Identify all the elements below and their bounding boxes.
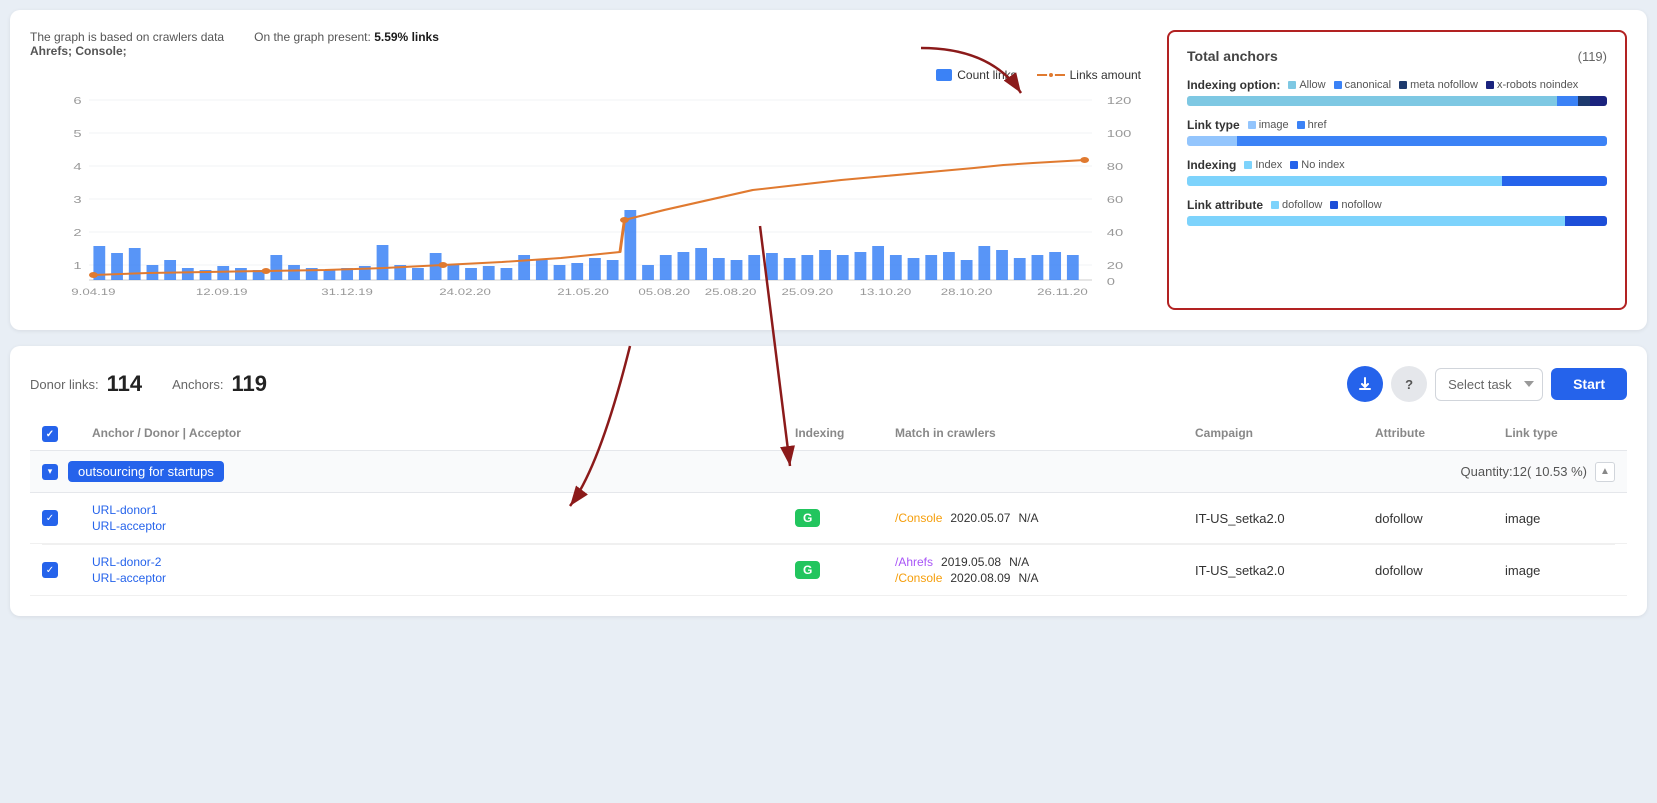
- anchors-value: 119: [231, 371, 267, 397]
- row2-checkbox[interactable]: ✓: [42, 562, 92, 578]
- donor-links-stat: Donor links: 114: [30, 371, 142, 397]
- col-link-type: Link type: [1505, 426, 1615, 442]
- row1-campaign: IT-US_setka2.0: [1195, 511, 1375, 526]
- anchor-group-header: ▾ outsourcing for startups Quantity:12( …: [30, 451, 1627, 493]
- row1-attribute: dofollow: [1375, 511, 1505, 526]
- svg-text:21.05.20: 21.05.20: [557, 288, 609, 298]
- panel-title: Total anchors: [1187, 48, 1278, 64]
- svg-text:25.09.20: 25.09.20: [782, 288, 834, 298]
- panel-count: (119): [1578, 49, 1607, 64]
- row1-donor-url[interactable]: URL-donor1: [92, 503, 795, 517]
- col-attribute: Attribute: [1375, 426, 1505, 442]
- chart-meta-line2: Ahrefs; Console;: [30, 44, 224, 58]
- svg-text:40: 40: [1107, 227, 1123, 238]
- svg-text:20: 20: [1107, 260, 1123, 271]
- start-button[interactable]: Start: [1551, 368, 1627, 400]
- row2-crawler-status-2: N/A: [1018, 571, 1038, 585]
- row2-url-cell: URL-donor-2 URL-acceptor: [92, 555, 795, 585]
- row1-crawler-cell: /Console 2020.05.07 N/A: [895, 511, 1195, 525]
- col-indexing: Indexing: [795, 426, 895, 442]
- row2-indexing: G: [795, 561, 895, 579]
- chart-meta-percent: 5.59% links: [374, 30, 439, 44]
- svg-text:100: 100: [1107, 128, 1132, 139]
- row1-indexing-badge: G: [795, 509, 820, 527]
- svg-text:4: 4: [73, 161, 81, 172]
- table-card: Donor links: 114 Anchors: 119 ? Select t…: [10, 346, 1647, 616]
- legend-count-links: Count links: [936, 68, 1016, 82]
- row2-donor-url[interactable]: URL-donor-2: [92, 555, 795, 569]
- svg-text:28.10.20: 28.10.20: [941, 288, 993, 298]
- svg-text:6: 6: [73, 95, 81, 106]
- row2-crawler-source-1: /Ahrefs: [895, 555, 933, 569]
- chart-meta-line1: The graph is based on crawlers data: [30, 30, 224, 44]
- row2-crawler-status-1: N/A: [1009, 555, 1029, 569]
- row1-crawler-source: /Console: [895, 511, 942, 525]
- col-campaign: Campaign: [1195, 426, 1375, 442]
- anchors-stat: Anchors: 119: [172, 371, 267, 397]
- row2-link-type: image: [1505, 563, 1615, 578]
- table-header: ✓ Anchor / Donor | Acceptor Indexing Mat…: [30, 418, 1627, 451]
- svg-text:12.09.19: 12.09.19: [196, 288, 248, 298]
- row2-campaign: IT-US_setka2.0: [1195, 563, 1375, 578]
- anchor-tag: outsourcing for startups: [68, 461, 224, 482]
- row2-crawler-date-2: 2020.08.09: [950, 571, 1010, 585]
- donor-links-label: Donor links:: [30, 377, 99, 392]
- row2-attribute: dofollow: [1375, 563, 1505, 578]
- svg-text:9.04.19: 9.04.19: [71, 288, 115, 298]
- chart-meta-present-label: On the graph present:: [254, 30, 371, 44]
- select-task-dropdown[interactable]: Select task: [1435, 368, 1543, 401]
- row1-indexing: G: [795, 509, 895, 527]
- svg-text:13.10.20: 13.10.20: [860, 288, 912, 298]
- svg-text:80: 80: [1107, 161, 1123, 172]
- row2-acceptor-url[interactable]: URL-acceptor: [92, 571, 795, 585]
- svg-text:3: 3: [73, 194, 81, 205]
- help-button[interactable]: ?: [1391, 366, 1427, 402]
- row1-checkbox[interactable]: ✓: [42, 510, 92, 526]
- row1-acceptor-url[interactable]: URL-acceptor: [92, 519, 795, 533]
- table-row: ✓ URL-donor-2 URL-acceptor G /Ahrefs 201…: [30, 545, 1627, 596]
- link-attribute-row: Link attribute dofollow nofollow: [1187, 198, 1607, 226]
- svg-text:24.02.20: 24.02.20: [439, 288, 491, 298]
- svg-text:0: 0: [1107, 276, 1115, 287]
- svg-text:26.11.20: 26.11.20: [1037, 288, 1088, 298]
- indexing-row: Indexing Index No index: [1187, 158, 1607, 186]
- stats-row: Donor links: 114 Anchors: 119 ? Select t…: [30, 366, 1627, 402]
- col-anchor-donor: Anchor / Donor | Acceptor: [92, 426, 795, 442]
- row2-indexing-badge: G: [795, 561, 820, 579]
- row2-crawler-source-2: /Console: [895, 571, 942, 585]
- group-collapse-button[interactable]: ▲: [1595, 462, 1615, 482]
- svg-text:31.12.19: 31.12.19: [321, 288, 373, 298]
- quantity-badge: Quantity:12( 10.53 %) ▲: [1461, 462, 1615, 482]
- group-chevron[interactable]: ▾: [42, 464, 58, 480]
- svg-text:25.08.20: 25.08.20: [705, 288, 757, 298]
- legend-links-amount: Links amount: [1037, 68, 1141, 82]
- header-checkbox[interactable]: ✓: [42, 426, 58, 442]
- link-type-row: Link type image href: [1187, 118, 1607, 146]
- row1-crawler-date: 2020.05.07: [950, 511, 1010, 525]
- total-anchors-panel: Total anchors (119) Indexing option: All…: [1167, 30, 1627, 310]
- anchors-label: Anchors:: [172, 377, 223, 392]
- svg-text:05.08.20: 05.08.20: [638, 288, 690, 298]
- row2-crawler-cell: /Ahrefs 2019.05.08 N/A /Console 2020.08.…: [895, 555, 1195, 585]
- svg-text:60: 60: [1107, 194, 1123, 205]
- col-checkbox: ✓: [42, 426, 92, 442]
- table-row: ✓ URL-donor1 URL-acceptor G /Console 202…: [30, 493, 1627, 544]
- svg-text:120: 120: [1107, 95, 1132, 106]
- svg-text:2: 2: [73, 227, 81, 238]
- indexing-option-row: Indexing option: Allow canonical meta no…: [1187, 78, 1607, 106]
- svg-text:1: 1: [73, 260, 81, 271]
- download-button[interactable]: [1347, 366, 1383, 402]
- col-match-crawlers: Match in crawlers: [895, 426, 1195, 442]
- row1-crawler-status: N/A: [1018, 511, 1038, 525]
- row1-link-type: image: [1505, 511, 1615, 526]
- row2-crawler-date-1: 2019.05.08: [941, 555, 1001, 569]
- donor-links-value: 114: [107, 371, 143, 397]
- svg-text:5: 5: [73, 128, 81, 139]
- row1-url-cell: URL-donor1 URL-acceptor: [92, 503, 795, 533]
